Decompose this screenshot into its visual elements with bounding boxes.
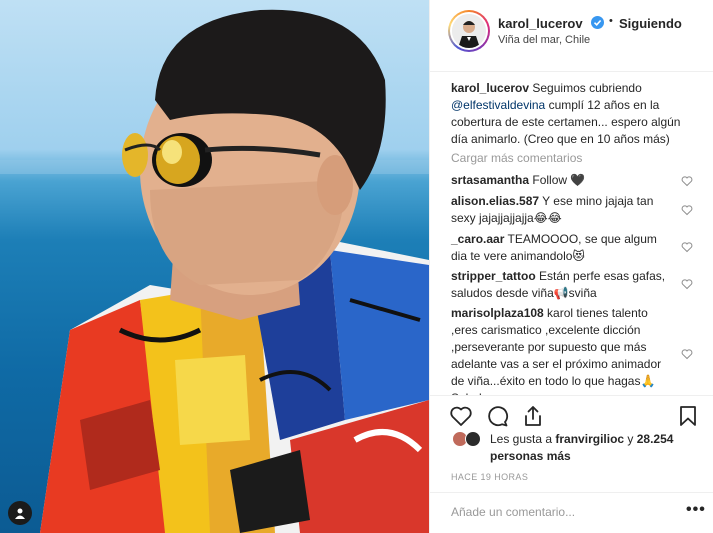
comment-username[interactable]: stripper_tattoo <box>451 269 536 283</box>
bookmark-icon[interactable] <box>676 404 700 428</box>
photo-art <box>0 9 429 533</box>
user-tag-icon[interactable] <box>8 501 32 525</box>
avatar <box>465 431 481 447</box>
comment-item: _caro.aar TEAMOOOO, se que algum dia te … <box>451 231 673 265</box>
header-username[interactable]: karol_lucerov <box>498 16 583 31</box>
add-comment-input[interactable] <box>451 505 671 519</box>
comment-item: alison.elias.587 Y ese mino jajaja tan s… <box>451 193 673 227</box>
comment-item: stripper_tattoo Están perfe esas gafas, … <box>451 268 673 302</box>
liker-username[interactable]: franvirgilioc <box>555 432 624 446</box>
comment-username[interactable]: srtasamantha <box>451 173 529 187</box>
post-panel: karol_lucerov • Siguiendo Viña del mar, … <box>429 0 713 533</box>
post-timestamp[interactable]: HACE 19 HORAS <box>451 472 528 482</box>
separator-dot: • <box>609 15 613 27</box>
avatar[interactable] <box>448 10 490 52</box>
comment-like-heart-icon[interactable] <box>681 204 693 216</box>
post-header: karol_lucerov • Siguiendo Viña del mar, … <box>430 0 713 72</box>
comment-username[interactable]: marisolplaza108 <box>451 306 544 320</box>
following-button[interactable]: Siguiendo <box>619 16 682 31</box>
caption-mention[interactable]: @elfestivaldevina <box>451 98 545 112</box>
comment-like-heart-icon[interactable] <box>681 278 693 290</box>
post-photo[interactable] <box>0 0 429 533</box>
comment-text: Follow 🖤 <box>529 173 586 187</box>
caption: karol_lucerov Seguimos cubriendo @elfest… <box>451 80 681 148</box>
comment-item: marisolplaza108 karol tienes talento ,er… <box>451 305 673 395</box>
likes-section: Les gusta a franvirgilioc y 28.254 perso… <box>430 431 713 467</box>
caption-text: Seguimos cubriendo <box>529 81 642 95</box>
more-options-icon[interactable]: ••• <box>686 501 706 519</box>
comments-list[interactable]: karol_lucerov Seguimos cubriendo @elfest… <box>430 73 713 395</box>
comment-like-heart-icon[interactable] <box>681 348 693 360</box>
likes-prefix: Les gusta a <box>490 432 556 446</box>
liker-avatars <box>452 431 484 449</box>
likes-text: Les gusta a franvirgilioc y 28.254 perso… <box>490 431 700 465</box>
comment-username[interactable]: alison.elias.587 <box>451 194 539 208</box>
add-comment-bar: ••• <box>430 492 713 533</box>
action-bar <box>430 395 713 435</box>
location-link[interactable]: Viña del mar, Chile <box>498 34 590 46</box>
caption-username[interactable]: karol_lucerov <box>451 81 529 95</box>
likes-middle: y <box>624 432 637 446</box>
heart-icon[interactable] <box>449 404 473 428</box>
comment-icon[interactable] <box>485 404 509 428</box>
comment-like-heart-icon[interactable] <box>681 241 693 253</box>
comment-item: srtasamantha Follow 🖤 <box>451 172 673 189</box>
share-icon[interactable] <box>521 404 545 428</box>
comment-like-heart-icon[interactable] <box>681 175 693 187</box>
verified-badge-icon <box>591 16 604 29</box>
comment-username[interactable]: _caro.aar <box>451 232 504 246</box>
load-more-comments-button[interactable]: Cargar más comentarios <box>451 151 582 165</box>
